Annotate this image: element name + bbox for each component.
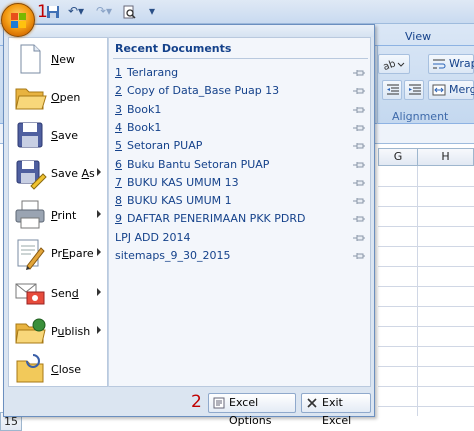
recent-document-name: DAFTAR PENERIMAAN PKK PDRD — [127, 212, 306, 226]
decrease-indent-button[interactable] — [382, 80, 402, 100]
recent-document-number: 1 — [115, 66, 122, 79]
recent-document-name: Buku Bantu Setoran PUAP — [127, 157, 270, 171]
submenu-arrow-icon — [97, 210, 101, 218]
menu-footer: Excel Options Exit Excel — [4, 389, 374, 427]
recent-document-number: 3 — [115, 102, 122, 116]
recent-document-number: 5 — [115, 139, 122, 153]
recent-documents-panel: Recent Documents 1 Terlarang 2 Copy of Data… — [108, 37, 371, 387]
command-list: New Open Save Save As Print PrEpare Send… — [8, 37, 108, 387]
print-preview-icon[interactable] — [118, 3, 140, 20]
menu-item-save[interactable]: Save — [9, 116, 107, 154]
recent-document-name: BUKU KAS UMUM 1 — [127, 194, 232, 208]
options-icon — [213, 397, 225, 409]
open-folder-icon — [13, 80, 47, 114]
undo-icon[interactable]: ↶▾ — [64, 3, 88, 20]
svg-text:ab: ab — [382, 58, 397, 71]
exit-excel-button[interactable]: Exit Excel — [301, 393, 371, 427]
prepare-pencil-icon — [13, 236, 47, 270]
pin-icon[interactable] — [353, 106, 365, 114]
pin-icon[interactable] — [353, 179, 365, 187]
recent-document-name: Book1 — [127, 102, 162, 116]
save-as-icon — [13, 156, 47, 190]
wrap-text-button[interactable]: Wrap — [428, 54, 474, 74]
recent-document-item[interactable]: 3 Book1 — [115, 101, 367, 119]
recent-document-name: Copy of Data_Base Puap 13 — [127, 84, 280, 98]
publish-folder-icon — [13, 314, 47, 348]
recent-document-number: 9 — [115, 212, 122, 226]
recent-document-item[interactable]: 1 Terlarang — [115, 64, 367, 82]
recent-document-number: 6 — [115, 157, 122, 171]
save-disk-icon — [13, 118, 47, 152]
send-mail-icon — [13, 276, 47, 310]
menu-item-open[interactable]: Open — [9, 78, 107, 116]
office-logo-icon — [11, 13, 26, 28]
pin-icon[interactable] — [353, 124, 365, 132]
step-marker-2: 2 — [191, 392, 202, 412]
recent-document-name: LPJ ADD 2014 — [115, 230, 191, 244]
pin-icon[interactable] — [353, 142, 365, 150]
new-document-icon — [13, 42, 47, 76]
quick-access-toolbar: ↶▾ ↷▾ ▾ — [0, 0, 474, 24]
menu-item-save-as[interactable]: Save As — [9, 154, 107, 192]
column-header-g[interactable]: G — [378, 148, 418, 166]
recent-document-name: Book1 — [127, 120, 162, 134]
submenu-arrow-icon — [97, 326, 101, 334]
pin-icon[interactable] — [353, 234, 365, 242]
pin-icon[interactable] — [353, 197, 365, 205]
merge-button[interactable]: Merge — [428, 80, 474, 100]
recent-document-item[interactable]: 2 Copy of Data_Base Puap 13 — [115, 82, 367, 100]
pin-icon[interactable] — [353, 87, 365, 95]
recent-documents-title: Recent Documents — [115, 42, 232, 55]
recent-document-number: 8 — [115, 194, 122, 208]
recent-document-item[interactable]: LPJ ADD 2014 — [115, 229, 367, 247]
submenu-arrow-icon — [97, 168, 101, 176]
customize-toolbar-icon[interactable]: ▾ — [146, 3, 158, 20]
submenu-arrow-icon — [97, 248, 101, 256]
excel-options-button[interactable]: Excel Options — [208, 393, 296, 427]
pin-icon[interactable] — [353, 252, 365, 260]
menu-item-close[interactable]: Close — [9, 350, 107, 388]
close-icon — [307, 398, 317, 408]
pin-icon[interactable] — [353, 69, 365, 77]
step-marker-1: 1 — [37, 2, 48, 22]
recent-document-name: sitemaps_9_30_2015 — [115, 249, 231, 262]
orientation-button[interactable]: ab — [378, 54, 410, 74]
menu-item-new[interactable]: New — [9, 40, 107, 78]
redo-icon[interactable]: ↷▾ — [92, 3, 116, 20]
menu-item-prepare[interactable]: PrEpare — [9, 234, 107, 272]
recent-document-item[interactable]: 7 BUKU KAS UMUM 13 — [115, 174, 367, 192]
recent-document-item[interactable]: 8 BUKU KAS UMUM 1 — [115, 192, 367, 210]
recent-document-item[interactable]: 5 Setoran PUAP — [115, 137, 367, 155]
recent-document-name: Terlarang — [127, 66, 179, 79]
close-folder-icon — [13, 352, 47, 386]
column-header-h[interactable]: H — [417, 148, 474, 166]
recent-document-number: 2 — [115, 84, 122, 98]
alignment-group-label: Alignment — [392, 110, 449, 123]
recent-document-item[interactable]: 9 DAFTAR PENERIMAAN PKK PDRD — [115, 210, 367, 228]
recent-document-item[interactable]: 4 Book1 — [115, 119, 367, 137]
increase-indent-button[interactable] — [404, 80, 424, 100]
recent-document-number: 7 — [115, 175, 122, 189]
recent-document-item[interactable]: sitemaps_9_30_2015 — [115, 247, 367, 265]
submenu-arrow-icon — [97, 288, 101, 296]
office-menu: New Open Save Save As Print PrEpare Send… — [3, 24, 375, 427]
recent-document-number: 4 — [115, 120, 122, 134]
printer-icon — [13, 198, 47, 232]
office-button[interactable] — [1, 3, 35, 37]
menu-item-publish[interactable]: Publish — [9, 312, 107, 350]
merge-label: Merge — [449, 83, 474, 96]
recent-document-item[interactable]: 6 Buku Bantu Setoran PUAP — [115, 156, 367, 174]
wrap-label: Wrap — [449, 57, 474, 70]
pin-icon[interactable] — [353, 161, 365, 169]
menu-item-send[interactable]: Send — [9, 274, 107, 312]
pin-icon[interactable] — [353, 215, 365, 223]
recent-document-name: BUKU KAS UMUM 13 — [127, 175, 239, 189]
menu-item-print[interactable]: Print — [9, 196, 107, 234]
recent-document-name: Setoran PUAP — [127, 139, 203, 153]
tab-view[interactable]: View — [405, 30, 431, 43]
